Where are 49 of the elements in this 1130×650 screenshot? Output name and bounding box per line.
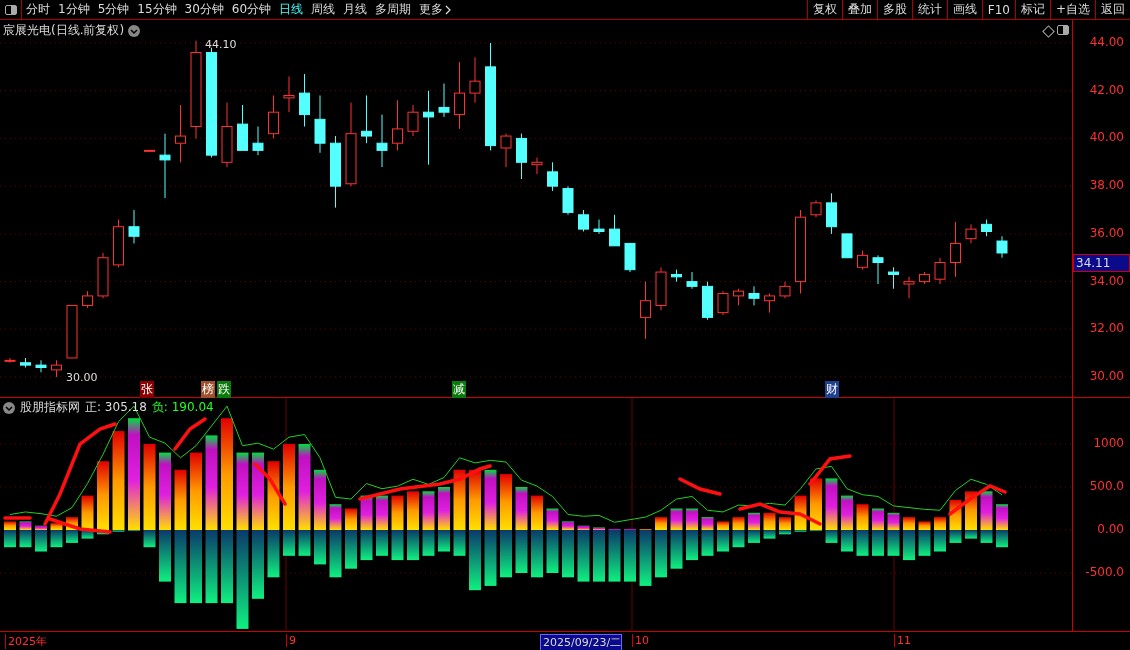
period-tab[interactable]: 日线 xyxy=(275,1,308,18)
axis-label: 34.00 xyxy=(1089,273,1124,288)
high-price-label: 44.10 xyxy=(205,38,237,51)
toolbar-button[interactable]: 叠加 xyxy=(841,0,877,19)
axis-label: 1000 xyxy=(1093,436,1124,450)
period-tab[interactable]: 5分钟 xyxy=(93,1,134,18)
date-label: 2025/09/23/二 xyxy=(540,634,623,650)
indicator-name: 股朋指标网 xyxy=(20,399,80,416)
date-label: 9 xyxy=(286,634,296,647)
axis-label: 40.00 xyxy=(1089,130,1124,145)
axis-label: 44.00 xyxy=(1089,35,1124,49)
toolbar-button[interactable]: 画线 xyxy=(946,0,982,19)
chart-title: 宸展光电(日线.前复权) xyxy=(3,22,125,39)
toolbar-button[interactable]: 标记 xyxy=(1014,0,1050,19)
period-tab[interactable]: 多周期 xyxy=(371,1,416,18)
toolbar-button[interactable]: 复权 xyxy=(806,0,842,19)
date-label: 11 xyxy=(894,634,911,647)
event-marker[interactable]: 减 xyxy=(452,381,466,398)
toolbar-button[interactable]: 返回 xyxy=(1095,0,1130,19)
date-label: 10 xyxy=(632,634,649,647)
axis-label: 38.00 xyxy=(1089,178,1124,193)
date-label: 2025年 xyxy=(5,634,47,649)
period-tab[interactable]: 60分钟 xyxy=(227,1,276,18)
period-tab[interactable]: 30分钟 xyxy=(180,1,228,18)
toolbar-button[interactable]: 多股 xyxy=(876,0,912,19)
indicator-value: 正: 305.18 xyxy=(85,399,147,416)
axis-label: -500.0 xyxy=(1085,565,1124,579)
period-tab[interactable]: 1分钟 xyxy=(54,1,94,18)
period-tab[interactable]: 15分钟 xyxy=(133,1,181,18)
current-price-tag: 34.11 xyxy=(1073,254,1130,272)
axis-label: 42.00 xyxy=(1089,82,1124,97)
period-tab[interactable]: 更多 xyxy=(415,1,456,18)
axis-label: 0.00 xyxy=(1097,522,1124,536)
period-tab[interactable]: 周线 xyxy=(307,1,340,18)
period-tab[interactable]: 月线 xyxy=(339,1,372,18)
event-marker[interactable]: 财 xyxy=(825,381,839,398)
event-marker[interactable]: 张 xyxy=(140,381,154,398)
toolbar-button[interactable]: F10 xyxy=(981,0,1015,19)
toolbar-button[interactable]: 统计 xyxy=(911,0,947,19)
axis-label: 500.0 xyxy=(1089,479,1124,493)
axis-label: 30.00 xyxy=(1089,368,1124,383)
indicator-value: 负: 190.04 xyxy=(151,399,214,416)
period-tab[interactable]: 分时 xyxy=(22,1,54,18)
event-marker[interactable]: 跌 xyxy=(217,381,231,398)
event-marker[interactable]: 榜 xyxy=(201,381,215,398)
low-price-label: 30.00 xyxy=(66,371,98,384)
axis-label: 32.00 xyxy=(1089,321,1124,336)
toolbar-button[interactable]: +自选 xyxy=(1049,0,1095,19)
axis-label: 36.00 xyxy=(1089,225,1124,240)
